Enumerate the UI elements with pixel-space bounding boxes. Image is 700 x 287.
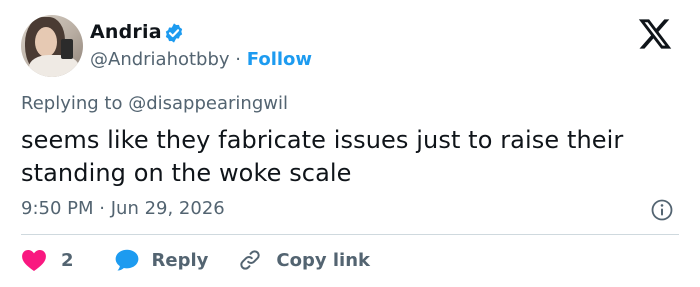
avatar-face: [35, 27, 57, 57]
replying-to-line: Replying to @disappearingwil: [21, 93, 288, 114]
reply-label: Reply: [151, 249, 209, 271]
avatar[interactable]: [21, 15, 83, 77]
copy-link-label: Copy link: [276, 249, 370, 271]
link-icon: [240, 250, 261, 270]
like-button[interactable]: 2: [21, 248, 74, 272]
speech-bubble-icon: [115, 249, 138, 271]
reply-mention-link[interactable]: @disappearingwil: [128, 93, 288, 114]
action-bar: 2 Reply Copy link: [21, 247, 370, 273]
divider: [21, 234, 679, 235]
copy-link-button[interactable]: Copy link: [238, 248, 370, 272]
verified-badge-icon: [165, 23, 183, 43]
timestamp-separator: ·: [99, 198, 105, 219]
tweet-timestamp[interactable]: 9:50 PM · Jun 29, 2026: [21, 198, 225, 219]
handle-row: @Andriahotbby · Follow: [90, 49, 312, 70]
tweet-text: seems like they fabricate issues just to…: [21, 126, 624, 187]
handle-separator: ·: [235, 49, 242, 70]
info-icon[interactable]: [650, 198, 674, 222]
like-count: 2: [61, 249, 74, 271]
avatar-phone: [61, 39, 73, 59]
heart-icon: [22, 250, 46, 272]
reply-button[interactable]: Reply: [114, 248, 209, 272]
tweet-time: 9:50 PM: [21, 198, 94, 219]
follow-button[interactable]: Follow: [247, 49, 312, 70]
replying-to-label: Replying to: [21, 93, 123, 114]
author-handle[interactable]: @Andriahotbby: [90, 49, 230, 70]
author-name[interactable]: Andria: [90, 21, 162, 43]
x-logo-icon[interactable]: [636, 16, 674, 52]
tweet-date: Jun 29, 2026: [110, 198, 225, 219]
